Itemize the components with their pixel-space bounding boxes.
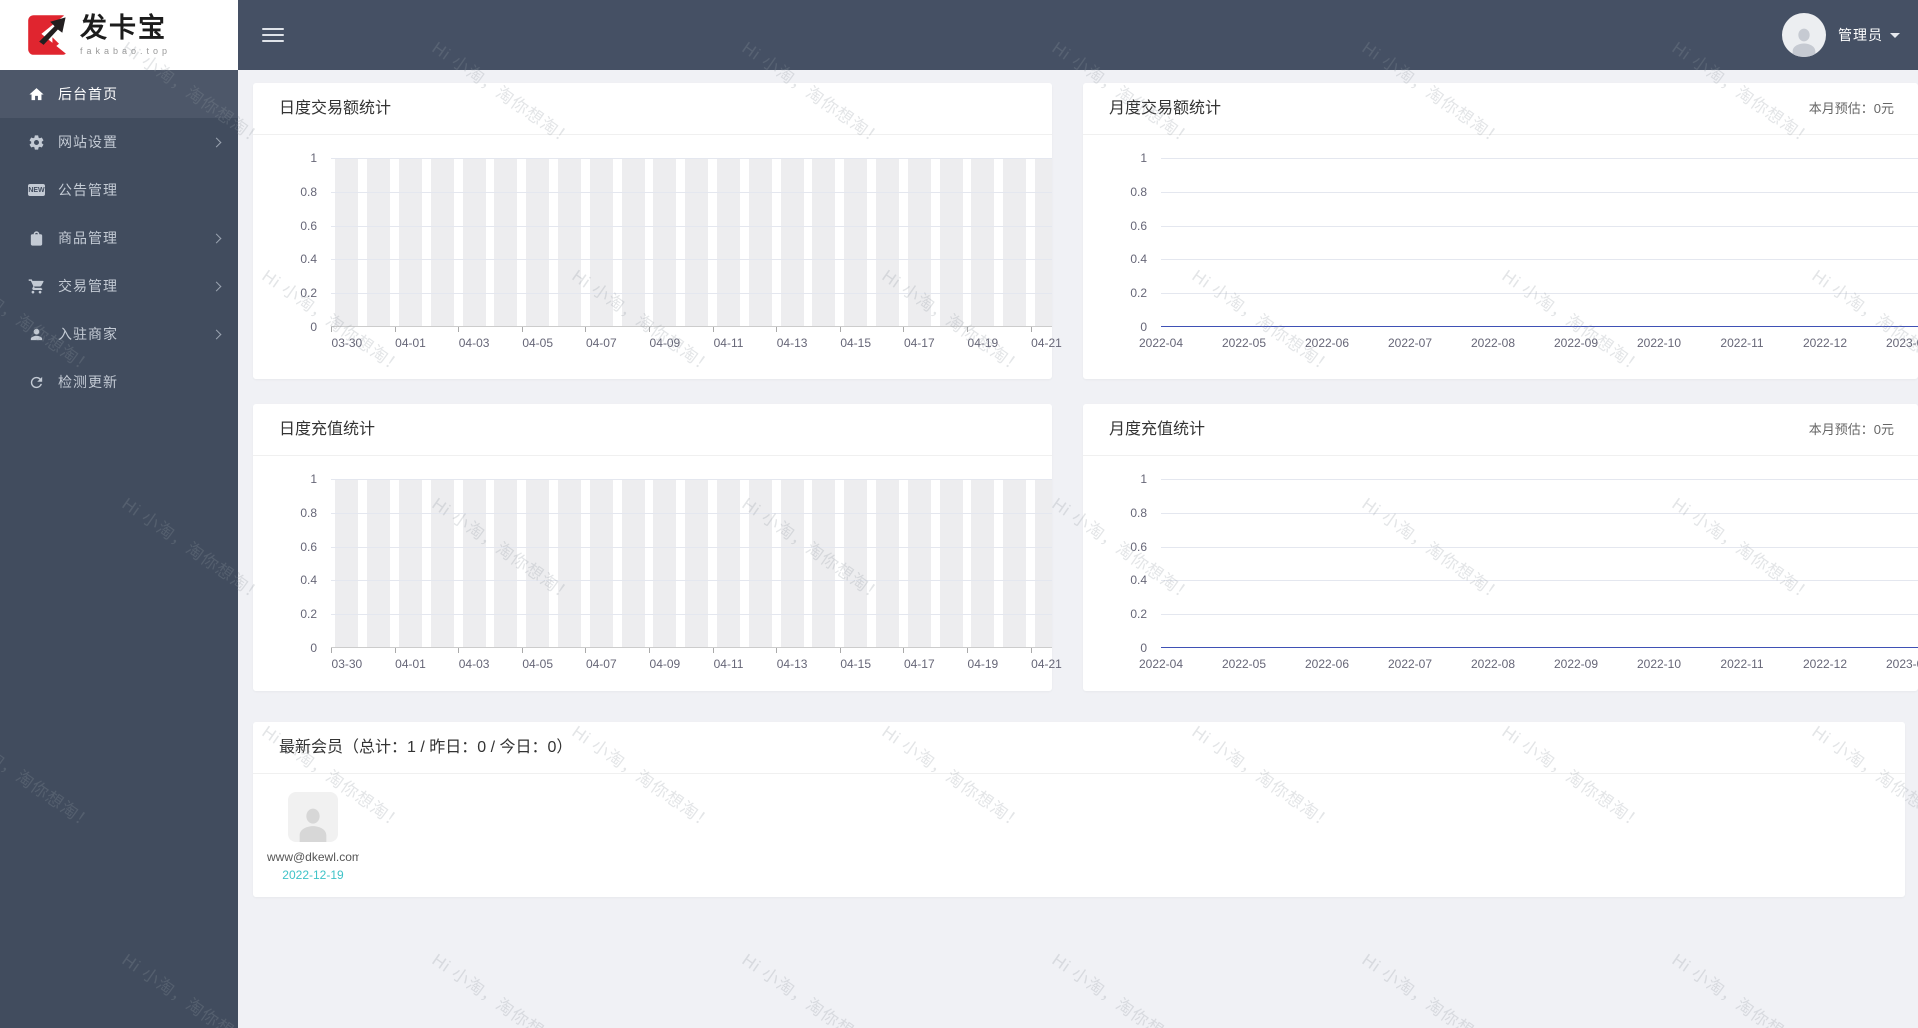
sidebar-item-site-settings[interactable]: 网站设置 — [0, 118, 238, 166]
sidebar-item-products[interactable]: 商品管理 — [0, 214, 238, 262]
sidebar-item-label: 入驻商家 — [58, 326, 118, 342]
daily-recharge-chart[interactable]: 0 0.2 0.4 0.6 0.8 1 03-30 04-01 04-03 04-05 04-07 0… — [253, 456, 1096, 671]
card-latest-members: 最新会员（总计：1 / 昨日：0 / 今日：0） www@dkewl.com 2… — [253, 722, 1905, 897]
refresh-icon — [28, 374, 45, 391]
user-name: 管理员 — [1838, 27, 1883, 43]
chevron-right-icon — [211, 137, 222, 147]
sidebar-item-announcements[interactable]: NEW 公告管理 — [0, 166, 238, 214]
monthly-recharge-chart[interactable]: 0 0.2 0.4 0.6 0.8 1 2022-04 2022-05 2022-06 2022-… — [1083, 456, 1918, 671]
user-menu[interactable]: 管理员 — [1782, 13, 1900, 57]
card-title: 日度充值统计 — [279, 421, 376, 438]
brand-name: 发卡宝 — [80, 12, 167, 43]
sidebar-item-check-update[interactable]: 检测更新 — [0, 358, 238, 406]
shopping-bag-icon — [28, 230, 45, 247]
sidebar-item-label: 检测更新 — [58, 374, 118, 390]
member-email: www@dkewl.com — [267, 850, 359, 864]
sidebar-item-label: 商品管理 — [58, 230, 118, 246]
daily-trade-chart[interactable]: 0 0.2 0.4 0.6 0.8 1 03-30 04-01 04-03 04-05 04-07 0… — [253, 135, 1096, 350]
avatar — [1782, 13, 1826, 57]
card-monthly-trade: 月度交易额统计 本月预估：0元 0 0.2 0.4 0.6 0.8 1 2022-04 202… — [1083, 83, 1918, 379]
member-date: 2022-12-19 — [282, 868, 344, 882]
topbar: 管理员 — [238, 0, 1918, 70]
month-estimate: 本月预估：0元 — [1808, 101, 1894, 116]
menu-icon[interactable] — [262, 24, 284, 46]
card-title: 日度交易额统计 — [279, 100, 392, 117]
card-daily-recharge: 日度充值统计 0 0.2 0.4 0.6 0.8 1 03-30 04-01 04-03 04-0… — [253, 404, 1096, 691]
gear-icon — [28, 134, 45, 151]
brand-text: 发卡宝 fakabao.top — [80, 12, 172, 56]
chevron-right-icon — [211, 329, 222, 339]
logo[interactable]: 发卡宝 fakabao.top — [0, 0, 238, 70]
card-title: 月度交易额统计 — [1109, 100, 1222, 117]
sidebar-nav: 后台首页 网站设置 NEW 公告管理 商品管理 交易管理 入驻商家 检测更新 — [0, 70, 238, 406]
brand-domain: fakabao.top — [80, 45, 172, 56]
caret-down-icon — [1890, 32, 1900, 38]
cart-icon — [28, 278, 45, 295]
home-icon — [28, 86, 45, 103]
chevron-right-icon — [211, 281, 222, 291]
member-avatar — [288, 792, 338, 842]
sidebar-item-label: 网站设置 — [58, 134, 118, 150]
main-content: 日度交易额统计 0 0.2 0.4 0.6 0.8 1 03-30 04-01 04-03 04-… — [238, 70, 1918, 1028]
sidebar-item-merchants[interactable]: 入驻商家 — [0, 310, 238, 358]
card-daily-trade: 日度交易额统计 0 0.2 0.4 0.6 0.8 1 03-30 04-01 04-03 04-… — [253, 83, 1096, 379]
chevron-right-icon — [211, 233, 222, 243]
card-title: 最新会员（总计：1 / 昨日：0 / 今日：0） — [279, 739, 573, 756]
sidebar-item-dashboard[interactable]: 后台首页 — [0, 70, 238, 118]
monthly-trade-chart[interactable]: 0 0.2 0.4 0.6 0.8 1 2022-04 2022-05 2022-06 2022-… — [1083, 135, 1918, 350]
card-monthly-recharge: 月度充值统计 本月预估：0元 0 0.2 0.4 0.6 0.8 1 2022-04 2022… — [1083, 404, 1918, 691]
sidebar-item-label: 公告管理 — [58, 182, 118, 198]
sidebar-item-orders[interactable]: 交易管理 — [0, 262, 238, 310]
person-icon — [28, 326, 45, 343]
brand-logo-icon — [28, 13, 70, 57]
announcement-new-icon: NEW — [28, 182, 45, 199]
sidebar-item-label: 后台首页 — [58, 86, 118, 102]
month-estimate: 本月预估：0元 — [1808, 422, 1894, 437]
card-title: 月度充值统计 — [1109, 421, 1206, 438]
sidebar: 发卡宝 fakabao.top 后台首页 网站设置 NEW 公告管理 商品管理 — [0, 0, 238, 1028]
member-item[interactable]: www@dkewl.com 2022-12-19 — [267, 792, 359, 882]
sidebar-item-label: 交易管理 — [58, 278, 118, 294]
